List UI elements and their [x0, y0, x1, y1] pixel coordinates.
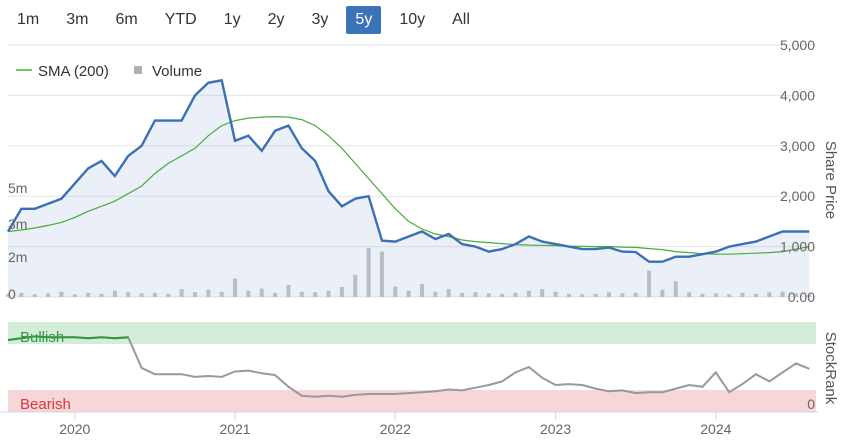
volume-tick-label: 3m: [8, 216, 27, 232]
stockrank-zero-tick: 0: [807, 396, 815, 412]
bearish-label: Bearish: [20, 396, 71, 413]
price-tick-label: 5,000: [780, 37, 815, 53]
stockrank-axis-title: StockRank: [822, 332, 839, 405]
stockrank-line: [7, 335, 810, 398]
x-tick-label: 2020: [59, 421, 90, 437]
price-tick-label: 4,000: [780, 87, 815, 103]
price-tick-label: 1,000: [780, 239, 815, 255]
legend: SMA (200) Volume: [16, 63, 202, 80]
legend-volume-label: Volume: [152, 63, 202, 80]
x-axis-ticks: 2020 2021 2022 2023 2024: [59, 412, 732, 437]
volume-tick-label: 2m: [8, 249, 27, 265]
stock-chart: 5,000 4,000 3,000 2,000 1,000 0.00 5m 3m 2m 0 Sh…: [0, 37, 839, 437]
price-tick-label: 3,000: [780, 138, 815, 154]
volume-tick-label: 0: [8, 286, 16, 302]
price-tick-label: 0.00: [788, 289, 815, 305]
volume-tick-label: 5m: [8, 180, 27, 196]
price-tick-label: 2,000: [780, 188, 815, 204]
x-tick-label: 2021: [219, 421, 250, 437]
legend-sma-label: SMA (200): [38, 63, 109, 80]
legend-volume-swatch: [134, 66, 142, 74]
x-tick-label: 2022: [380, 421, 411, 437]
x-tick-label: 2024: [700, 421, 731, 437]
price-axis-title: Share Price: [822, 141, 839, 219]
x-tick-label: 2023: [540, 421, 571, 437]
price-area: [8, 80, 810, 297]
